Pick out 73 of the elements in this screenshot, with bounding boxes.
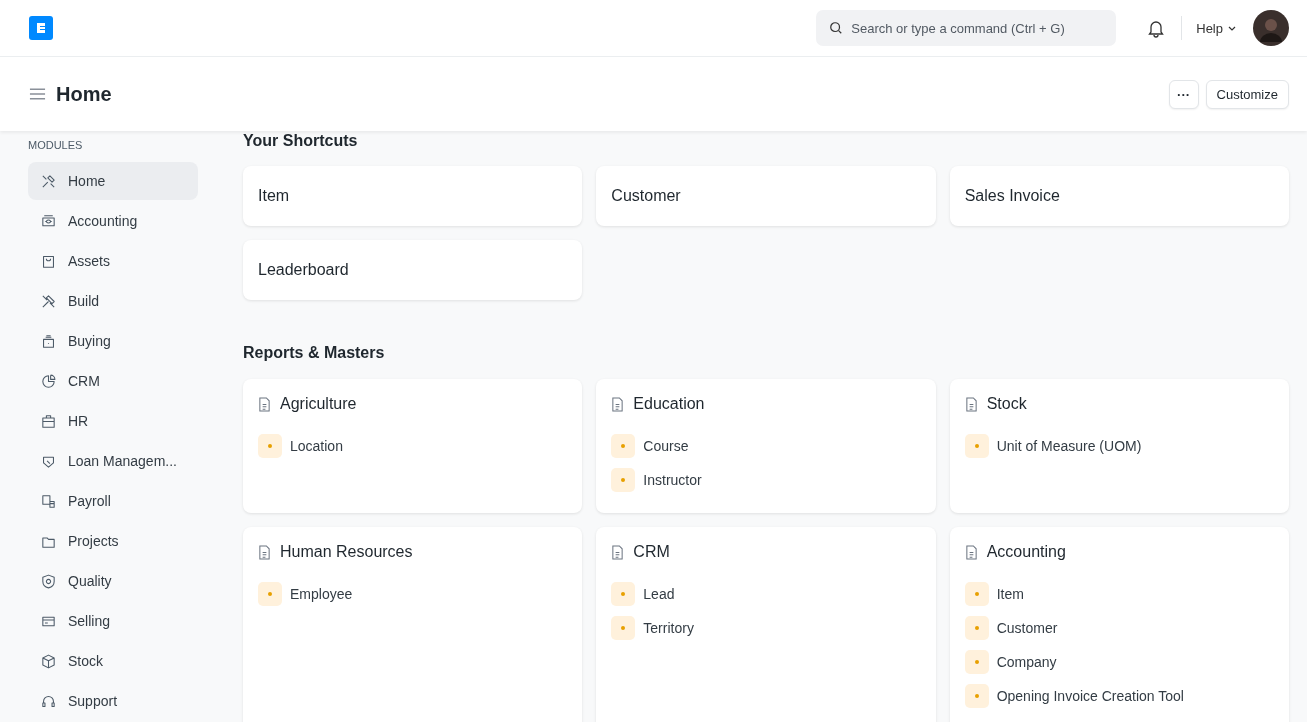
bullet-icon <box>964 650 989 674</box>
card-link[interactable]: Unit of Measure (UOM) <box>996 438 1142 454</box>
card-link[interactable]: Employee <box>290 586 353 602</box>
bullet-icon <box>964 582 989 606</box>
card-title: Human Resources <box>280 543 413 561</box>
shortcut-card[interactable]: Item <box>243 166 583 226</box>
card-link[interactable]: Territory <box>643 620 694 636</box>
sidebar-item[interactable]: Stock <box>28 642 198 680</box>
section-heading: Reports & Masters <box>243 344 386 362</box>
card-link[interactable]: Item <box>996 586 1024 602</box>
sidebar-item[interactable]: Quality <box>28 562 198 600</box>
notification-bell-icon[interactable] <box>1146 18 1167 38</box>
cube-icon <box>40 652 57 670</box>
page-title: Home <box>56 82 112 106</box>
document-icon <box>258 544 271 560</box>
bullet-icon <box>258 434 282 458</box>
sidebar-item[interactable]: Accounting <box>28 202 198 240</box>
sidebar-item[interactable]: Build <box>28 282 198 320</box>
card-link[interactable]: Company <box>996 654 1057 670</box>
card-title: Accounting <box>986 543 1066 561</box>
document-icon <box>964 396 978 412</box>
menu-icon[interactable] <box>29 87 46 101</box>
shortcut-card[interactable]: Sales Invoice <box>949 166 1289 226</box>
sidebar-item[interactable]: Buying <box>28 322 198 360</box>
bullet-icon <box>611 468 636 492</box>
card-link[interactable]: Customer <box>996 620 1058 636</box>
sidebar-item[interactable]: Support <box>28 682 198 720</box>
document-icon <box>611 544 625 560</box>
briefcase-icon <box>40 412 57 430</box>
card-link[interactable]: Course <box>643 438 689 454</box>
card-link[interactable]: Location <box>290 438 343 454</box>
sidebar-item[interactable]: HR <box>28 402 198 440</box>
help-dropdown[interactable]: Help <box>1196 20 1237 36</box>
app-logo[interactable] <box>29 16 53 40</box>
document-icon <box>964 544 978 560</box>
document-icon <box>40 492 57 510</box>
sidebar-item[interactable]: Projects <box>28 522 198 560</box>
shortcut-card[interactable]: Customer <box>596 166 936 226</box>
card-title: Education <box>633 395 705 413</box>
pie-chart-icon <box>40 372 57 390</box>
sidebar-heading: MODULES <box>28 139 84 151</box>
user-avatar[interactable] <box>1253 10 1289 46</box>
bullet-icon <box>611 616 636 640</box>
shortcut-card[interactable]: Leaderboard <box>243 240 583 300</box>
more-button[interactable]: ··· <box>1168 79 1199 109</box>
bullet-icon <box>258 582 282 606</box>
search-field[interactable]: Search or type a command (Ctrl + G) <box>816 10 1117 46</box>
customize-button[interactable]: Customize <box>1205 79 1289 109</box>
sidebar-item[interactable]: Selling <box>28 602 198 640</box>
bullet-icon <box>964 684 989 708</box>
card-link[interactable]: Lead <box>643 586 675 602</box>
sidebar-item[interactable]: Loan Managem... <box>28 442 198 480</box>
tools-icon <box>40 172 57 190</box>
sidebar-item[interactable]: Assets <box>28 242 198 280</box>
card-link[interactable]: Instructor <box>643 472 702 488</box>
box-icon <box>40 332 57 350</box>
bullet-icon <box>611 434 636 458</box>
sidebar-item[interactable]: CRM <box>28 362 198 400</box>
card-title: CRM <box>633 543 670 561</box>
card-title: Stock <box>986 395 1027 413</box>
bullet-icon <box>964 434 989 458</box>
bullet-icon <box>611 582 636 606</box>
document-icon <box>258 396 271 412</box>
hammer-icon <box>40 292 57 310</box>
sidebar-item[interactable]: Payroll <box>28 482 198 520</box>
document-icon <box>611 396 625 412</box>
sidebar-item[interactable]: Home <box>28 162 198 200</box>
shield-icon <box>40 572 57 590</box>
section-heading: Your Shortcuts <box>243 132 359 150</box>
card-link[interactable]: Opening Invoice Creation Tool <box>996 688 1184 704</box>
search-icon <box>829 21 844 35</box>
card-title: Agriculture <box>280 395 357 413</box>
bullet-icon <box>964 616 989 640</box>
